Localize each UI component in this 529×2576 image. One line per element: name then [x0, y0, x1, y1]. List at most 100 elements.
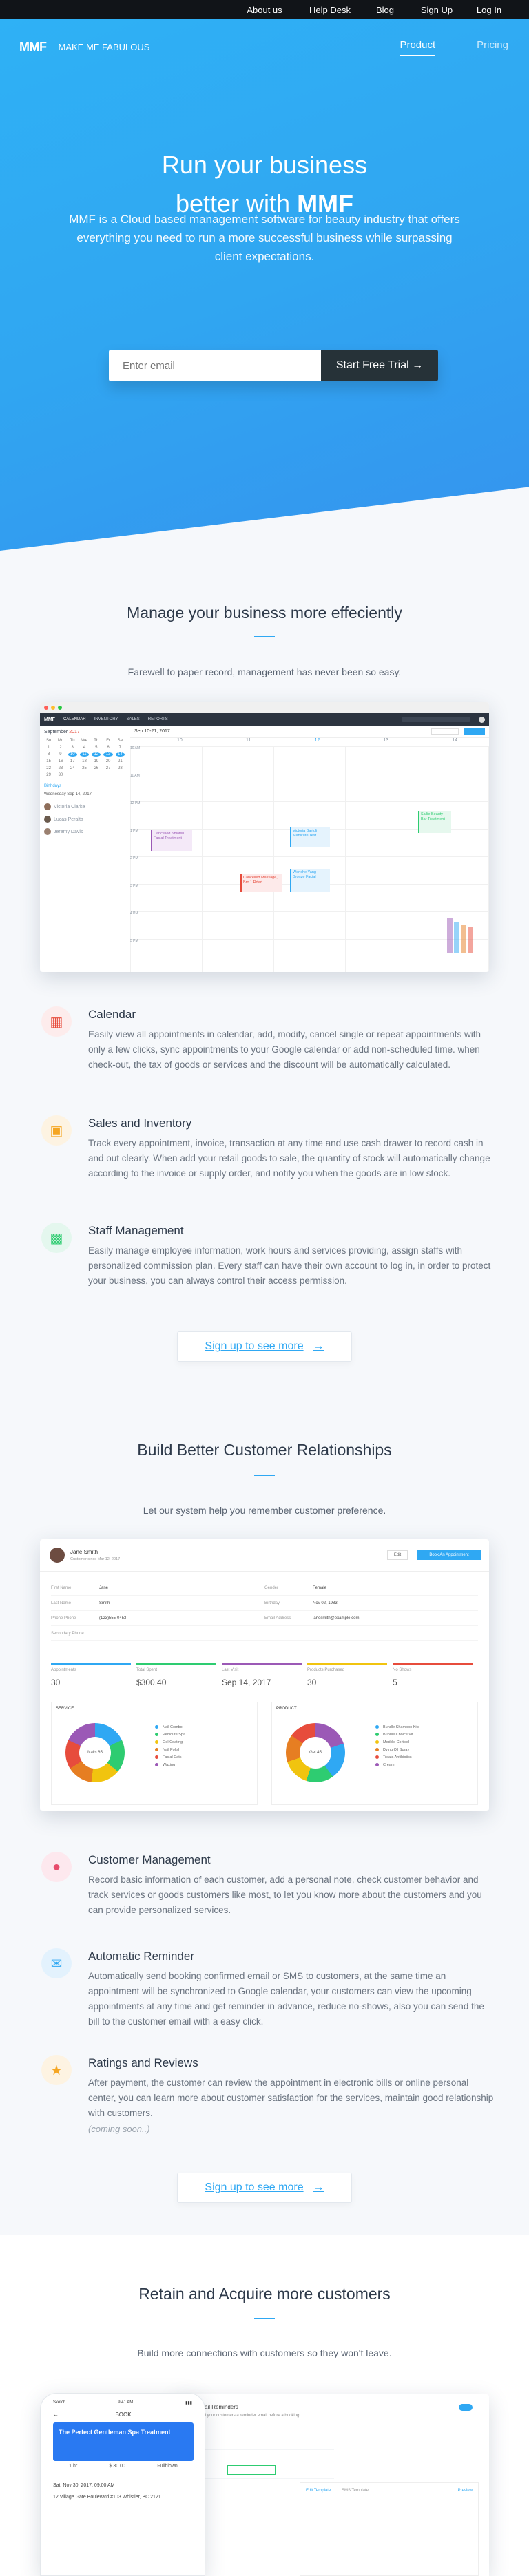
person-avatar [44, 803, 51, 810]
calendar-day: 9 [59, 752, 62, 757]
window-zoom-dot [58, 706, 62, 710]
feature-customer-management: ● Customer Management Record basic infor… [41, 1852, 489, 1921]
day-headers: 10 11 12 13 14 [130, 738, 489, 746]
service-label: SERVICE [56, 1707, 74, 1711]
feature-staff: ▩ Staff Management Easily manage employe… [41, 1223, 490, 1286]
sign-up-see-more-button[interactable]: Sign up to see more → [177, 1331, 352, 1362]
crm-title-underline [254, 1475, 275, 1476]
hero-title-line1: Run your business [161, 151, 368, 179]
nav-blog[interactable]: Blog [361, 5, 409, 15]
new-appointment-button [464, 728, 485, 735]
calendar-day: 25 [82, 766, 87, 770]
calendar-day: 3 [71, 746, 74, 750]
stat-label: No Shows [393, 1668, 412, 1672]
legend-swatch [375, 1763, 379, 1766]
app-tab-calendar: CALENDAR [63, 717, 86, 721]
price: $ 30.00 [109, 2464, 125, 2469]
month-name: September [44, 730, 68, 735]
crm-subtitle: Let our system help you remember custome… [143, 1505, 386, 1516]
field-label: First Name [51, 1585, 72, 1590]
time-label: 4 PM [130, 911, 138, 916]
legend-row: Gel Coating [155, 1738, 185, 1746]
appointment-block: Cancelled Massage, Bro 1 Rdad [240, 874, 282, 892]
field-label: Gender [264, 1585, 279, 1590]
booking-header: BOOK [115, 2411, 132, 2418]
nav-help-desk[interactable]: Help Desk [299, 5, 361, 15]
legend-label: Treats Antibiotics [383, 1755, 412, 1760]
appointment-block: Victoria Bartoli Manicure Test [290, 827, 330, 847]
legend-row: Bundle Choice Vit [375, 1731, 419, 1738]
start-free-trial-button[interactable]: Start Free Trial → [321, 350, 438, 381]
brand-logo[interactable]: MMF MAKE ME FABULOUS [19, 40, 149, 54]
birthdays-label: Birthdays [44, 784, 62, 788]
app-tab-inventory: INVENTORY [94, 717, 118, 721]
field-value: Smith [99, 1601, 110, 1605]
logo-tagline: MAKE ME FABULOUS [58, 42, 150, 52]
sign-up-see-more-button[interactable]: Sign up to see more → [177, 2173, 352, 2203]
time-label: 1 PM [130, 829, 138, 833]
feature-automatic-reminder: ✉ Automatic Reminder Automatically send … [41, 1948, 489, 2027]
people-list: Victoria Clarke Lucas Peralta Jeremy Dav… [44, 801, 125, 838]
feature-text: Easily manage employee information, work… [88, 1245, 491, 1286]
person-name: Jeremy Davis [54, 829, 83, 834]
admin-hint: Send your customers a reminder email bef… [196, 2414, 300, 2418]
appointment-strip [447, 918, 453, 953]
customer-stat: Total Spent $300.40 [136, 1663, 216, 1691]
email-input[interactable] [109, 350, 321, 381]
calendar-day: 29 [46, 773, 51, 777]
stat-label: Products Purchased [307, 1668, 345, 1672]
button-label: Sign up to see more [205, 2182, 304, 2193]
time-label: 10 AM [130, 746, 141, 750]
retain-title-underline [254, 2318, 275, 2319]
nav-pricing[interactable]: Pricing [477, 39, 508, 56]
feature-text: Automatically send booking confirmed ema… [88, 1971, 484, 2027]
customer-stats: Appointments 30 Total Spent $300.40 Last Vis… [51, 1663, 478, 1693]
legend-swatch [155, 1740, 158, 1744]
star-icon: ★ [41, 2055, 72, 2085]
admin-highlight-field [227, 2465, 276, 2475]
signup-form: Start Free Trial → [109, 350, 438, 381]
calendar-day: 7 [118, 746, 122, 750]
legend-row: Nail Polish [155, 1746, 185, 1753]
nav-about-us[interactable]: About us [230, 5, 299, 15]
legend-row: Dying Oil Spray [375, 1746, 419, 1753]
appointment-strip [468, 927, 473, 953]
staff: Fullblown [157, 2464, 178, 2469]
calendar-day: 23 [58, 766, 63, 770]
calendar-day: 8 [47, 752, 50, 757]
nav-sign-up[interactable]: Sign Up [409, 5, 464, 15]
person-name: Lucas Peralta [54, 816, 83, 822]
cash-register-icon: ▣ [41, 1115, 72, 1146]
service-donut-center: Nails 65 [79, 1737, 111, 1769]
feature-title: Staff Management [88, 1224, 184, 1237]
day-header: 10 [177, 738, 183, 743]
profile-field-row: Phone Phone (123)555-0453 Email Address jan… [51, 1611, 478, 1626]
staff-badge-icon: ▩ [41, 1223, 72, 1253]
feature-title: Customer Management [88, 1853, 211, 1866]
day-header: 11 [246, 738, 251, 743]
weekday-header: Sa [117, 739, 123, 743]
legend-label: Dying Oil Spray [383, 1747, 410, 1752]
legend-swatch [375, 1725, 379, 1729]
legend-row: Cream [375, 1761, 419, 1769]
legend-swatch [375, 1740, 379, 1744]
weekday-header: Th [94, 739, 99, 743]
calendar-day: 1 [47, 746, 50, 750]
legend-label: Waxing [163, 1762, 176, 1767]
legend-swatch [155, 1755, 158, 1759]
field-value: janesmith@example.com [313, 1616, 360, 1620]
clock: 9:41 AM [118, 2400, 134, 2405]
customer-stat: Appointments 30 [51, 1663, 131, 1691]
template-editor: Edit Template SMS Template Preview [300, 2482, 479, 2576]
calendar-day: 24 [70, 766, 75, 770]
carrier: Sketch [53, 2400, 66, 2405]
field-label: Birthday [264, 1601, 280, 1605]
time-label: 5 PM [130, 939, 138, 943]
nav-log-in[interactable]: Log In [464, 5, 514, 15]
stat-value: Sep 14, 2017 [222, 1678, 271, 1687]
feature-text: Record basic information of each custome… [88, 1875, 482, 1915]
person-name: Victoria Clarke [54, 804, 85, 810]
nav-product[interactable]: Product [400, 39, 436, 56]
calendar-icon: ▦ [41, 1006, 72, 1037]
month-year: 2017 [69, 730, 80, 735]
